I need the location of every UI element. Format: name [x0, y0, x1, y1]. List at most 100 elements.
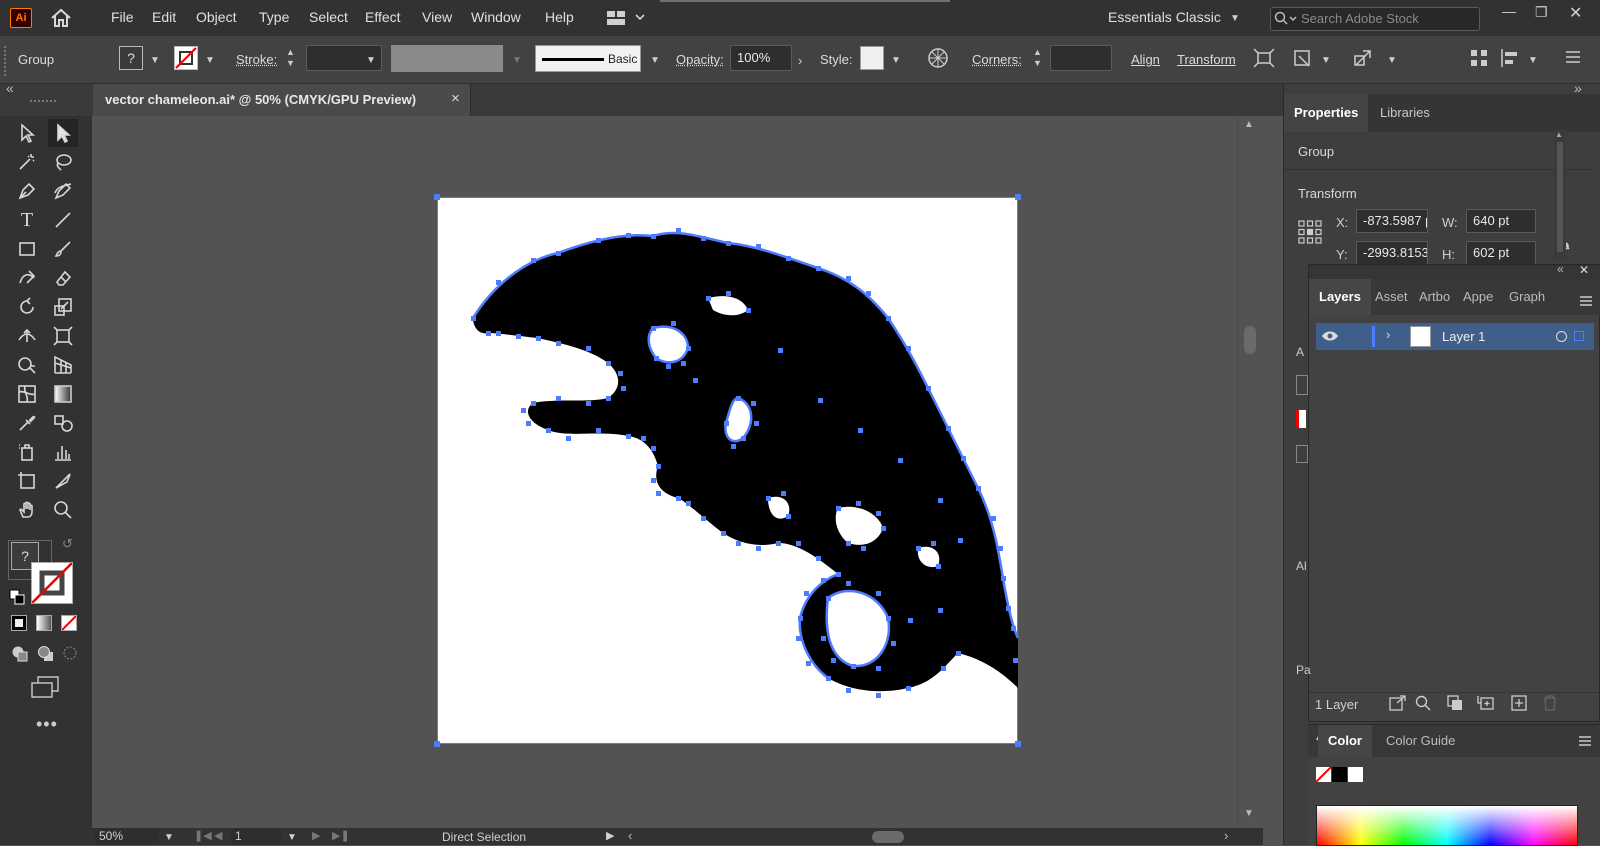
layer-row[interactable]: › Layer 1	[1316, 323, 1594, 350]
stroke-swatch[interactable]	[174, 46, 198, 70]
locate-object-icon[interactable]	[1415, 695, 1431, 714]
delete-layer-icon[interactable]	[1543, 695, 1557, 714]
close-tab-icon[interactable]: ×	[451, 90, 460, 107]
none-swatch[interactable]	[1315, 766, 1332, 783]
menu-effect[interactable]: Effect	[365, 9, 401, 25]
width-tool-icon[interactable]	[12, 322, 42, 350]
transform-link[interactable]: Transform	[1177, 52, 1236, 67]
stroke-label[interactable]: Stroke:	[236, 52, 277, 67]
opacity-label[interactable]: Opacity:	[676, 52, 724, 67]
tab-color-guide[interactable]: Color Guide	[1376, 725, 1465, 757]
next-artboard-icon[interactable]: ▶	[312, 829, 320, 842]
menu-file[interactable]: File	[111, 9, 134, 25]
brush-dropdown-icon[interactable]: ▼	[650, 55, 660, 66]
edit-contents-icon[interactable]	[1353, 48, 1375, 71]
shape-builder-tool-icon[interactable]	[12, 351, 42, 379]
scale-tool-icon[interactable]	[48, 293, 78, 321]
properties-scroll-thumb[interactable]	[1557, 142, 1563, 252]
reference-point-icon[interactable]	[1298, 220, 1322, 247]
black-swatch[interactable]	[1332, 767, 1347, 782]
chameleon-artwork[interactable]	[438, 198, 1019, 745]
more-tools-icon[interactable]: •••	[36, 714, 58, 735]
expand-layer-icon[interactable]: ›	[1386, 327, 1390, 342]
draw-normal-icon[interactable]	[11, 645, 29, 666]
restore-icon[interactable]: ❐	[1535, 4, 1548, 21]
chevron-down-icon[interactable]: ▼	[1230, 13, 1240, 24]
edit-dropdown-icon[interactable]: ▼	[1387, 55, 1397, 66]
rectangle-tool-icon[interactable]	[12, 235, 42, 263]
artboard-handle-tl[interactable]	[434, 194, 440, 200]
home-icon[interactable]	[50, 8, 72, 28]
layers-panel-menu-icon[interactable]	[1579, 295, 1593, 310]
paintbrush-tool-icon[interactable]	[48, 235, 78, 263]
adobe-stock-search[interactable]: Search Adobe Stock	[1270, 7, 1480, 31]
tab-graphic-styles[interactable]: Graph	[1503, 279, 1551, 315]
previous-artboard-icon[interactable]: ◀	[214, 829, 222, 842]
menu-type[interactable]: Type	[259, 9, 289, 25]
corners-field[interactable]	[1050, 45, 1112, 71]
close-window-icon[interactable]: ✕	[1569, 3, 1582, 23]
color-panel-menu-icon[interactable]	[1578, 735, 1592, 750]
draw-inside-icon[interactable]	[62, 645, 78, 664]
direct-selection-tool-icon[interactable]	[48, 119, 78, 147]
none-mode-icon[interactable]	[61, 615, 77, 631]
zoom-tool-icon[interactable]	[48, 496, 78, 524]
tab-artboards[interactable]: Artbo	[1413, 279, 1456, 315]
horizontal-scroll-thumb[interactable]	[872, 831, 904, 843]
height-field[interactable]: 602 pt	[1466, 241, 1536, 265]
scroll-down-icon[interactable]: ▼	[1244, 808, 1254, 819]
swap-fill-stroke-icon[interactable]: ↺	[62, 536, 73, 552]
artboard-tool-icon[interactable]	[12, 467, 42, 495]
corners-label[interactable]: Corners:	[972, 52, 1022, 67]
scroll-left-icon[interactable]: ‹	[628, 828, 632, 843]
magic-wand-tool-icon[interactable]	[12, 148, 42, 176]
vertical-scrollbar[interactable]: ▲ ▼	[1237, 116, 1261, 828]
tab-layers[interactable]: Layers	[1309, 279, 1371, 315]
artboard-handle-bl[interactable]	[434, 741, 440, 747]
new-layer-icon[interactable]	[1511, 695, 1527, 714]
tab-asset-export[interactable]: Asset	[1369, 279, 1414, 315]
collapse-panel-icon[interactable]: «	[1557, 262, 1564, 276]
first-artboard-icon[interactable]: ❚◀	[194, 829, 212, 842]
opacity-field[interactable]: 100%	[730, 45, 792, 71]
tab-color[interactable]: Color	[1318, 725, 1372, 757]
toolbar-grip[interactable]	[30, 100, 56, 103]
perspective-grid-tool-icon[interactable]	[48, 351, 78, 379]
stroke-stepper-icon[interactable]: ▲ ▼	[286, 47, 295, 69]
color-spectrum[interactable]	[1316, 805, 1578, 846]
puppet-warp-icon[interactable]	[1292, 48, 1314, 71]
fill-dropdown-icon[interactable]: ▼	[150, 55, 160, 66]
menu-select[interactable]: Select	[309, 9, 348, 25]
vertical-scroll-thumb[interactable]	[1244, 326, 1256, 354]
mesh-tool-icon[interactable]	[12, 380, 42, 408]
align-dropdown-icon[interactable]: ▼	[1528, 55, 1538, 66]
artboard-handle-tr[interactable]	[1015, 194, 1021, 200]
stroke-dropdown-icon[interactable]: ▼	[205, 55, 215, 66]
type-tool-icon[interactable]: T	[12, 206, 42, 234]
tab-properties[interactable]: Properties	[1284, 94, 1369, 132]
stroke-indicator[interactable]	[31, 562, 73, 604]
profile-dropdown-icon[interactable]: ▼	[512, 55, 522, 66]
layer-name[interactable]: Layer 1	[1442, 329, 1485, 344]
align-left-icon[interactable]	[1500, 48, 1522, 71]
selection-tool-icon[interactable]	[12, 119, 42, 147]
status-menu-icon[interactable]: ▶	[606, 829, 614, 842]
brush-definition[interactable]: Basic	[535, 45, 641, 72]
arrange-documents-icon[interactable]	[606, 10, 646, 29]
eyedropper-tool-icon[interactable]	[12, 409, 42, 437]
artboard-dropdown-icon[interactable]: ▼	[287, 832, 297, 843]
new-sublayer-icon[interactable]	[1477, 695, 1497, 714]
y-field[interactable]: -2993.8153	[1356, 241, 1428, 265]
selection-indicator[interactable]	[1574, 331, 1584, 341]
menu-window[interactable]: Window	[471, 9, 521, 25]
artboard-handle-br[interactable]	[1015, 741, 1021, 747]
target-circle-icon[interactable]	[1556, 331, 1567, 342]
style-dropdown-icon[interactable]: ▼	[891, 55, 901, 66]
properties-scroll-up-icon[interactable]: ▲	[1555, 130, 1563, 139]
opacity-arrow-icon[interactable]: ›	[798, 53, 802, 68]
menu-edit[interactable]: Edit	[152, 9, 176, 25]
slice-tool-icon[interactable]	[48, 467, 78, 495]
shaper-tool-icon[interactable]	[12, 264, 42, 292]
export-layer-icon[interactable]	[1389, 695, 1407, 714]
free-transform-tool-icon[interactable]	[48, 322, 78, 350]
